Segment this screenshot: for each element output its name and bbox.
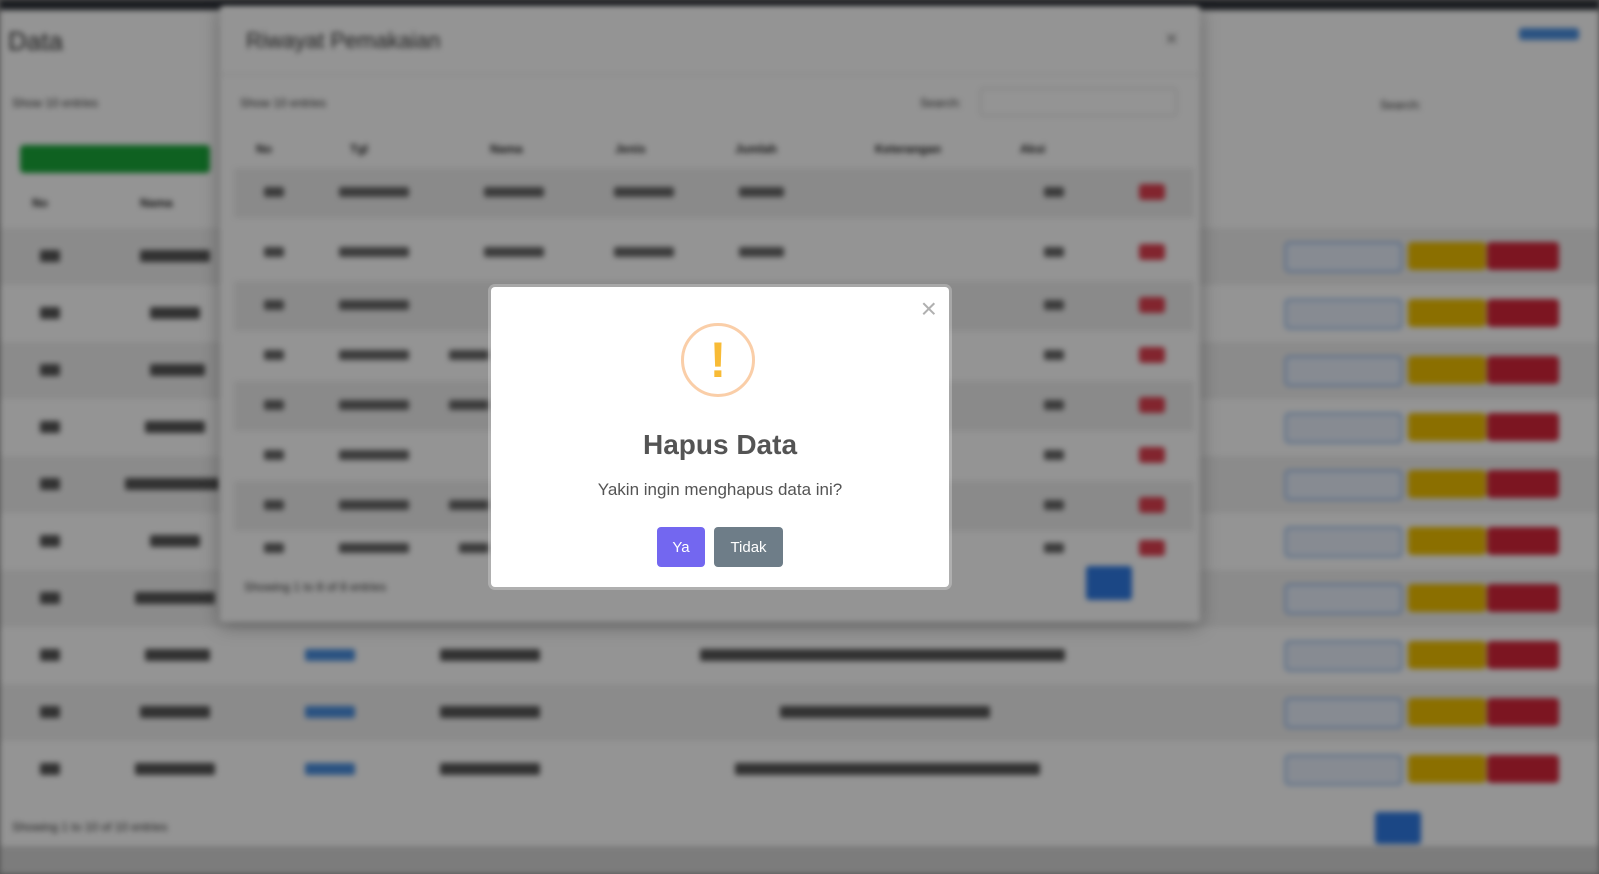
cancel-button[interactable]: Tidak bbox=[714, 527, 783, 567]
close-icon[interactable]: × bbox=[921, 295, 937, 323]
dialog-title: Hapus Data bbox=[642, 429, 798, 460]
confirm-delete-dialog: × ! Hapus Data Yakin ingin menghapus dat… bbox=[491, 287, 949, 587]
dialog-message: Yakin ingin menghapus data ini? bbox=[597, 480, 843, 499]
warning-icon-glyph: ! bbox=[709, 332, 727, 388]
warning-icon: ! bbox=[681, 323, 755, 397]
confirm-button[interactable]: Ya bbox=[657, 527, 705, 567]
page: Data Show 10 entries Search: No Nama Sho… bbox=[0, 0, 1599, 874]
